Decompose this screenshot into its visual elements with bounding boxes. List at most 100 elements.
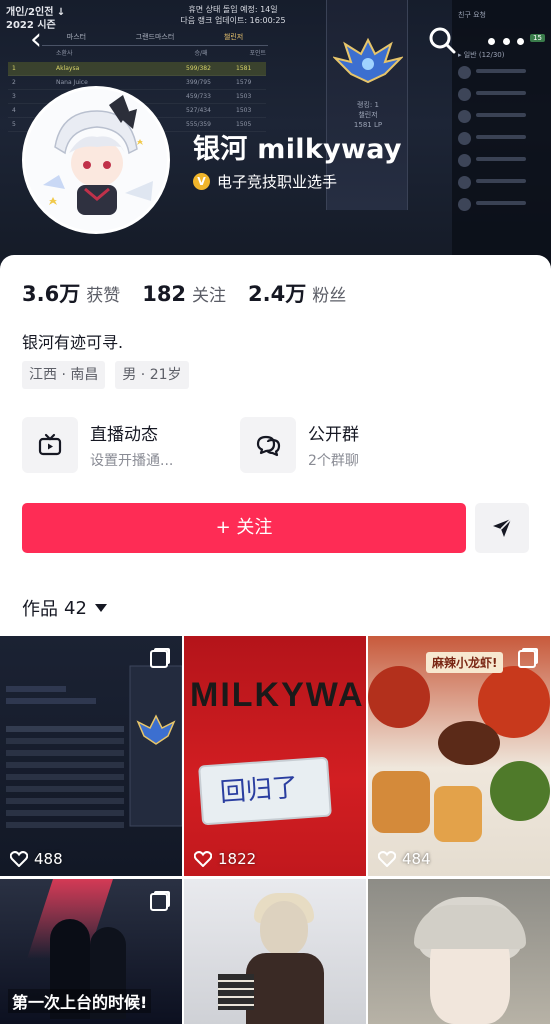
food-dish — [368, 666, 430, 728]
emblem-tier: 챌린저 — [358, 111, 378, 119]
video-tile[interactable] — [368, 879, 550, 1024]
multi-image-icon — [150, 893, 168, 911]
verification: V 电子竞技职业选手 — [193, 171, 337, 192]
profile-stats: 3.6万 获赞 182 关注 2.4万 粉丝 — [22, 278, 368, 308]
challenger-emblem: 랭킹: 1 챌린저 1581 LP — [326, 0, 408, 210]
video-tile[interactable] — [184, 879, 366, 1024]
friend-row — [458, 174, 548, 194]
works-label: 作品 — [22, 599, 58, 620]
friend-row — [458, 130, 548, 150]
food-dish — [372, 771, 430, 833]
video-likes: 484 — [378, 850, 431, 868]
banner-season-mode: 개인/2인전 ↓ — [6, 7, 66, 18]
video-grid: 488 MILKYWA 回归了 1822 麻辣小龙虾! 484 第一次上台的时候… — [0, 636, 551, 1024]
send-message-button[interactable] — [475, 503, 529, 553]
live-updates-title: 直播动态 — [90, 425, 158, 445]
search-icon — [429, 27, 456, 54]
verified-badge-icon: V — [193, 173, 210, 190]
person-bangs — [414, 905, 526, 949]
banner-table-row: 2 Nana Juice 399/795 1579 — [8, 76, 266, 90]
friend-row — [458, 152, 548, 172]
live-updates-entry[interactable]: 直播动态 设置开播通... — [22, 417, 222, 475]
public-group-subtitle: 2个群聊 — [308, 453, 359, 469]
video-likes-count: 1822 — [218, 850, 257, 868]
game-screenshot-thumbnail — [6, 665, 182, 828]
video-tile[interactable]: 第一次上台的时候! — [0, 879, 182, 1024]
row-wl: 599/382 — [186, 65, 211, 72]
following-count[interactable]: 182 — [142, 282, 186, 306]
banner-tab-master: 마스터 — [66, 33, 87, 41]
chevron-left-icon: ‹ — [30, 22, 42, 57]
heart-outline-icon — [378, 851, 396, 867]
friend-row — [458, 86, 548, 106]
chat-bubbles-icon — [240, 417, 296, 473]
row-rank: 5 — [12, 121, 16, 128]
friend-row — [458, 108, 548, 128]
followers-count[interactable]: 2.4万 — [248, 278, 306, 308]
more-button[interactable] — [488, 28, 524, 54]
likes-count[interactable]: 3.6万 — [22, 278, 80, 308]
video-likes-count: 484 — [402, 850, 431, 868]
avatar[interactable] — [22, 86, 170, 234]
followers-label: 粉丝 — [312, 286, 347, 306]
banner-rank-info: 휴면 상태 돌입 예정: 14일 다음 랭크 업데이트: 16:00:25 — [178, 4, 288, 26]
video-tile[interactable]: MILKYWA 回归了 1822 — [184, 636, 366, 876]
tshirt-print-text: MILKYWA — [190, 676, 365, 714]
banner-table-row: 1 Aklaysa 599/382 1581 — [8, 62, 266, 76]
public-group-title: 公开群 — [308, 425, 359, 445]
multi-image-icon — [150, 650, 168, 668]
following-label: 关注 — [192, 286, 227, 306]
likes-label: 获赞 — [86, 286, 121, 306]
row-rank: 4 — [12, 107, 16, 114]
banner-tab-grandmaster: 그랜드마스터 — [135, 33, 175, 41]
banner-col-points: 포인트 — [249, 50, 266, 57]
row-rank: 3 — [12, 93, 16, 100]
banner-tabs: 마스터 그랜드마스터 챌린저 — [42, 32, 268, 46]
more-dot-icon — [488, 37, 495, 45]
friends-title: 친구 요청 — [458, 11, 486, 19]
video-likes-count: 488 — [34, 850, 63, 868]
row-lp: 1503 — [236, 107, 252, 114]
video-tile[interactable]: 麻辣小龙虾! 484 — [368, 636, 550, 876]
banner-rank-line2: 다음 랭크 업데이트: 16:00:25 — [180, 16, 286, 25]
row-name: Aklaysa — [56, 65, 80, 72]
emblem-rank: 랭킹: 1 — [357, 101, 379, 109]
row-lp: 1579 — [236, 79, 252, 86]
book-stack — [218, 974, 254, 1010]
heart-outline-icon — [194, 851, 212, 867]
more-dot-icon — [517, 37, 524, 45]
handwritten-card-text: 回归了 — [218, 772, 299, 809]
video-likes: 1822 — [194, 850, 256, 868]
handwritten-card: 回归了 — [198, 756, 332, 826]
works-count: 42 — [64, 597, 87, 619]
row-lp: 1503 — [236, 93, 252, 100]
video-likes: 488 — [10, 850, 63, 868]
back-button[interactable]: ‹ — [30, 24, 64, 58]
video-tile[interactable]: 488 — [0, 636, 182, 876]
row-lp: 1581 — [236, 65, 252, 72]
row-wl: 399/795 — [186, 79, 211, 86]
banner-table-header: 소환사 승/패 포인트 — [56, 48, 266, 57]
food-dish — [490, 761, 550, 821]
search-button[interactable] — [428, 26, 460, 58]
works-tab[interactable]: 作品 42 — [22, 595, 107, 621]
friend-row — [458, 64, 548, 84]
avatar-illustration-icon — [25, 89, 167, 231]
verification-text: 电子竞技职业选手 — [217, 173, 338, 191]
gender-age-tag: 男 · 21岁 — [115, 361, 189, 389]
row-name: Nana Juice — [56, 79, 88, 86]
video-caption: 第一次上台的时候! — [8, 989, 152, 1013]
person-face — [260, 901, 308, 956]
location-tag: 江西 · 南昌 — [22, 361, 106, 389]
food-dish — [434, 786, 482, 842]
caret-down-icon — [94, 604, 107, 612]
food-dish — [438, 721, 500, 765]
more-dot-icon — [502, 37, 510, 45]
row-wl: 459/733 — [186, 93, 211, 100]
tv-icon — [22, 417, 78, 473]
multi-image-icon — [518, 650, 536, 668]
public-group-entry[interactable]: 公开群 2个群聊 — [240, 417, 440, 475]
friend-row — [458, 196, 548, 216]
friends-badge: 15 — [530, 34, 545, 42]
follow-button[interactable]: + 关注 — [22, 503, 466, 553]
